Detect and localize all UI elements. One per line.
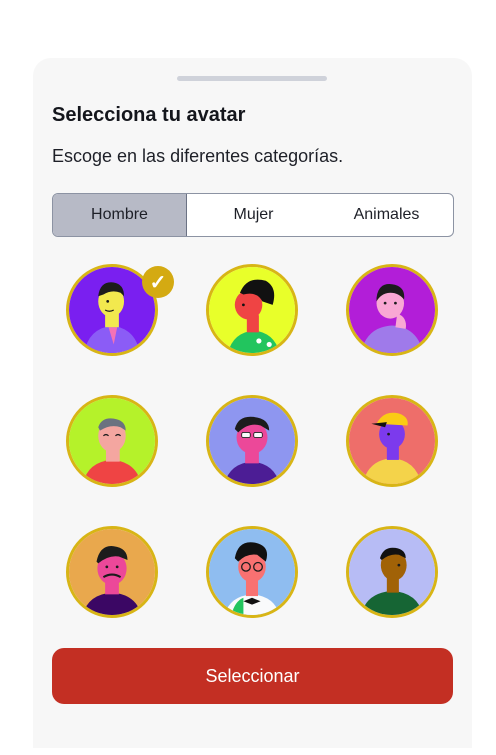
avatar-6-illustration — [349, 398, 435, 484]
avatar-2[interactable] — [206, 264, 298, 356]
avatar-4[interactable] — [66, 395, 158, 487]
avatar-8-illustration — [209, 529, 295, 615]
avatar-grid: ✓ — [33, 58, 472, 748]
avatar-9-illustration — [349, 529, 435, 615]
avatar-6[interactable] — [346, 395, 438, 487]
selected-check-icon: ✓ — [142, 266, 174, 298]
avatar-3-illustration — [349, 267, 435, 353]
avatar-8[interactable] — [206, 526, 298, 618]
avatar-7[interactable] — [66, 526, 158, 618]
avatar-2-illustration — [209, 267, 295, 353]
avatar-9[interactable] — [346, 526, 438, 618]
avatar-7-illustration — [69, 529, 155, 615]
avatar-3[interactable] — [346, 264, 438, 356]
avatar-4-illustration — [69, 398, 155, 484]
select-button[interactable]: Seleccionar — [52, 648, 453, 704]
bottom-sheet: Selecciona tu avatar Escoge en las difer… — [33, 58, 472, 748]
avatar-5-illustration — [209, 398, 295, 484]
avatar-5[interactable] — [206, 395, 298, 487]
